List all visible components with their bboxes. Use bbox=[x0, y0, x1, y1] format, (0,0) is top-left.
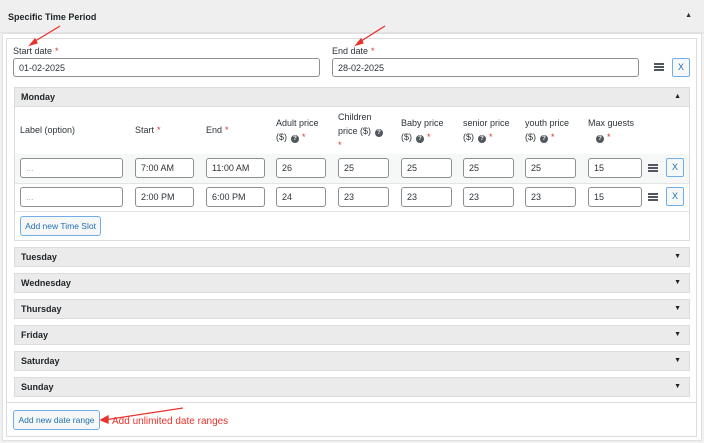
arrow-add-range bbox=[103, 407, 184, 421]
annotation-arrows bbox=[28, 25, 386, 424]
